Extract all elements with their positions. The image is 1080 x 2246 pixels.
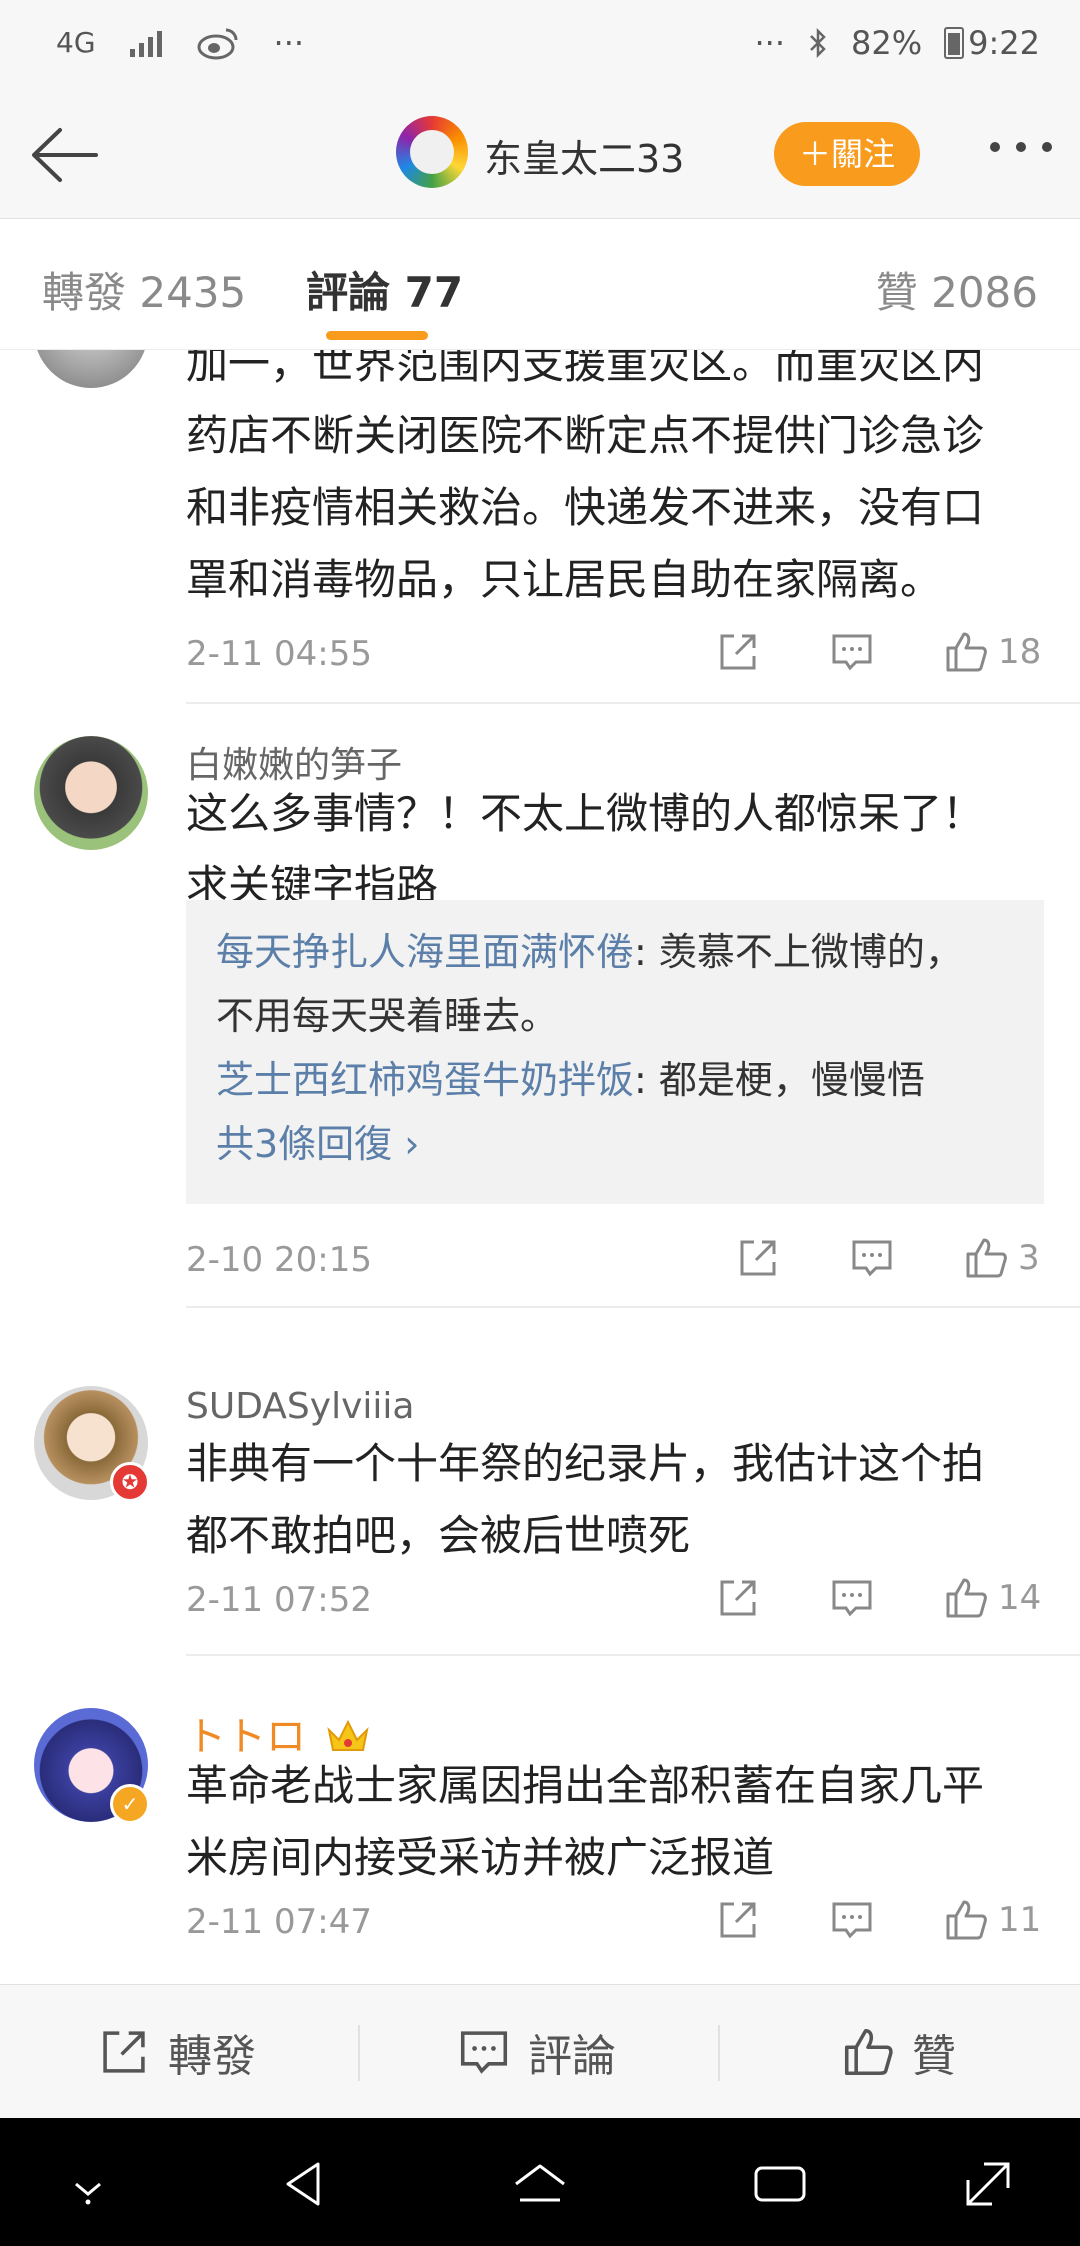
view-all-replies-link[interactable]: 共3條回復 › <box>216 1112 1014 1176</box>
bluetooth-icon <box>810 27 826 59</box>
like-count: 18 <box>998 632 1042 672</box>
like-count: 11 <box>998 1900 1042 1940</box>
status-bar: 4G ··· ··· 82% 9:22 <box>0 0 1080 92</box>
nav-back-icon[interactable] <box>274 2154 334 2214</box>
thumbs-up-icon[interactable] <box>944 630 988 674</box>
thumbs-up-icon <box>844 2028 893 2076</box>
author-name[interactable]: 东皇太二33 <box>484 128 684 183</box>
share-icon[interactable] <box>716 1898 760 1942</box>
comment-list: 加一，世界范围内支援重灾区。而重灾区内 药店不断关闭医院不断定点不提供门诊急诊 … <box>0 350 1080 1984</box>
verified-badge-icon: ✓ <box>110 1784 150 1824</box>
reply-text: 不用每天哭着睡去。 <box>216 994 559 1038</box>
reply-author[interactable]: 芝士西红柿鸡蛋牛奶拌饭 <box>216 1058 634 1102</box>
signal-icon <box>129 29 162 57</box>
back-arrow-icon[interactable] <box>26 120 102 190</box>
tab-likes[interactable]: 贊 2086 <box>876 259 1038 320</box>
comment-icon[interactable] <box>830 630 874 674</box>
commenter-avatar[interactable] <box>34 350 148 388</box>
nav-home-icon[interactable] <box>510 2154 570 2214</box>
divider <box>186 702 1080 704</box>
commenter-name[interactable]: SUDASylviiia <box>186 1386 414 1427</box>
network-type: 4G <box>56 26 96 59</box>
reply-text: : 都是梗，慢慢悟 <box>634 1058 925 1102</box>
battery-icon <box>944 27 965 59</box>
comment-icon[interactable] <box>830 1576 874 1620</box>
thumbs-up-icon[interactable] <box>964 1236 1008 1280</box>
comment-text: 非典有一个十年祭的纪录片，我估计这个拍 都不敢拍吧，会被后世喷死 <box>186 1439 985 1560</box>
active-tab-indicator <box>326 331 428 340</box>
thumbs-up-icon[interactable] <box>944 1898 988 1942</box>
comment-icon <box>460 2031 508 2074</box>
divider <box>186 1654 1080 1656</box>
reply-author[interactable]: 每天挣扎人海里面满怀倦 <box>216 930 634 974</box>
share-icon[interactable] <box>716 1576 760 1620</box>
like-count: 3 <box>1018 1238 1040 1278</box>
thumbs-up-icon[interactable] <box>944 1576 988 1620</box>
tab-comments[interactable]: 評論 77 <box>306 259 463 320</box>
tab-repost[interactable]: 轉發 2435 <box>42 259 246 320</box>
hide-keyboard-icon[interactable] <box>58 2154 118 2214</box>
comment-time: 2-10 20:15 <box>186 1240 372 1280</box>
clock: 9:22 <box>968 24 1040 62</box>
comment-icon[interactable] <box>830 1898 874 1942</box>
comment-icon[interactable] <box>850 1236 894 1280</box>
comment-time: 2-11 07:52 <box>186 1580 372 1620</box>
battery-percent: 82% <box>851 24 923 62</box>
comment-button[interactable]: 評論 <box>458 1985 616 2119</box>
more-options-icon[interactable] <box>990 142 1052 152</box>
commenter-avatar[interactable] <box>34 736 148 850</box>
share-icon[interactable] <box>716 630 760 674</box>
share-icon[interactable] <box>736 1236 780 1280</box>
top-header: 东皇太二33 ＋關注 <box>0 92 1080 219</box>
comment-time: 2-11 07:47 <box>186 1902 372 1942</box>
tab-bar: 轉發 2435 評論 77 贊 2086 <box>0 219 1080 350</box>
weibo-icon <box>197 28 238 60</box>
author-avatar[interactable] <box>396 116 468 188</box>
reply-text: : 羡慕不上微博的， <box>634 930 963 974</box>
like-count: 14 <box>998 1578 1042 1618</box>
nav-expand-icon[interactable] <box>958 2154 1018 2214</box>
status-dots-left: ··· <box>273 24 305 62</box>
share-icon <box>103 2031 145 2073</box>
status-dots-right: ··· <box>754 24 786 62</box>
like-label: 贊 <box>912 2031 956 2082</box>
reply-preview-box[interactable]: 每天挣扎人海里面满怀倦: 羡慕不上微博的， 不用每天哭着睡去。 芝士西红柿鸡蛋牛… <box>186 900 1044 1204</box>
comment-actions: 3 <box>666 1236 1062 1280</box>
comment-actions: 11 <box>646 1898 1042 1942</box>
comment-actions: 14 <box>646 1576 1042 1620</box>
divider <box>186 1306 1080 1308</box>
comment-time: 2-11 04:55 <box>186 634 372 674</box>
vip-badge-icon: ✪ <box>110 1462 150 1502</box>
comment-actions: 18 <box>646 630 1042 674</box>
repost-label: 轉發 <box>168 2031 256 2082</box>
system-nav-bar <box>0 2118 1080 2246</box>
nav-recents-icon[interactable] <box>750 2154 810 2214</box>
repost-button[interactable]: 轉發 <box>98 1985 256 2119</box>
follow-button[interactable]: ＋關注 <box>774 122 920 186</box>
comment-text: 革命老战士家属因捐出全部积蓄在自家几平 米房间内接受采访并被广泛报道 <box>186 1761 985 1882</box>
comment-label: 評論 <box>528 2031 616 2082</box>
comment-text: 加一，世界范围内支援重灾区。而重灾区内 药店不断关闭医院不断定点不提供门诊急诊 … <box>186 350 985 604</box>
divider <box>358 2025 360 2081</box>
like-button[interactable]: 贊 <box>842 1985 956 2119</box>
divider <box>718 2025 720 2081</box>
bottom-action-bar: 轉發 評論 贊 <box>0 1984 1080 2119</box>
